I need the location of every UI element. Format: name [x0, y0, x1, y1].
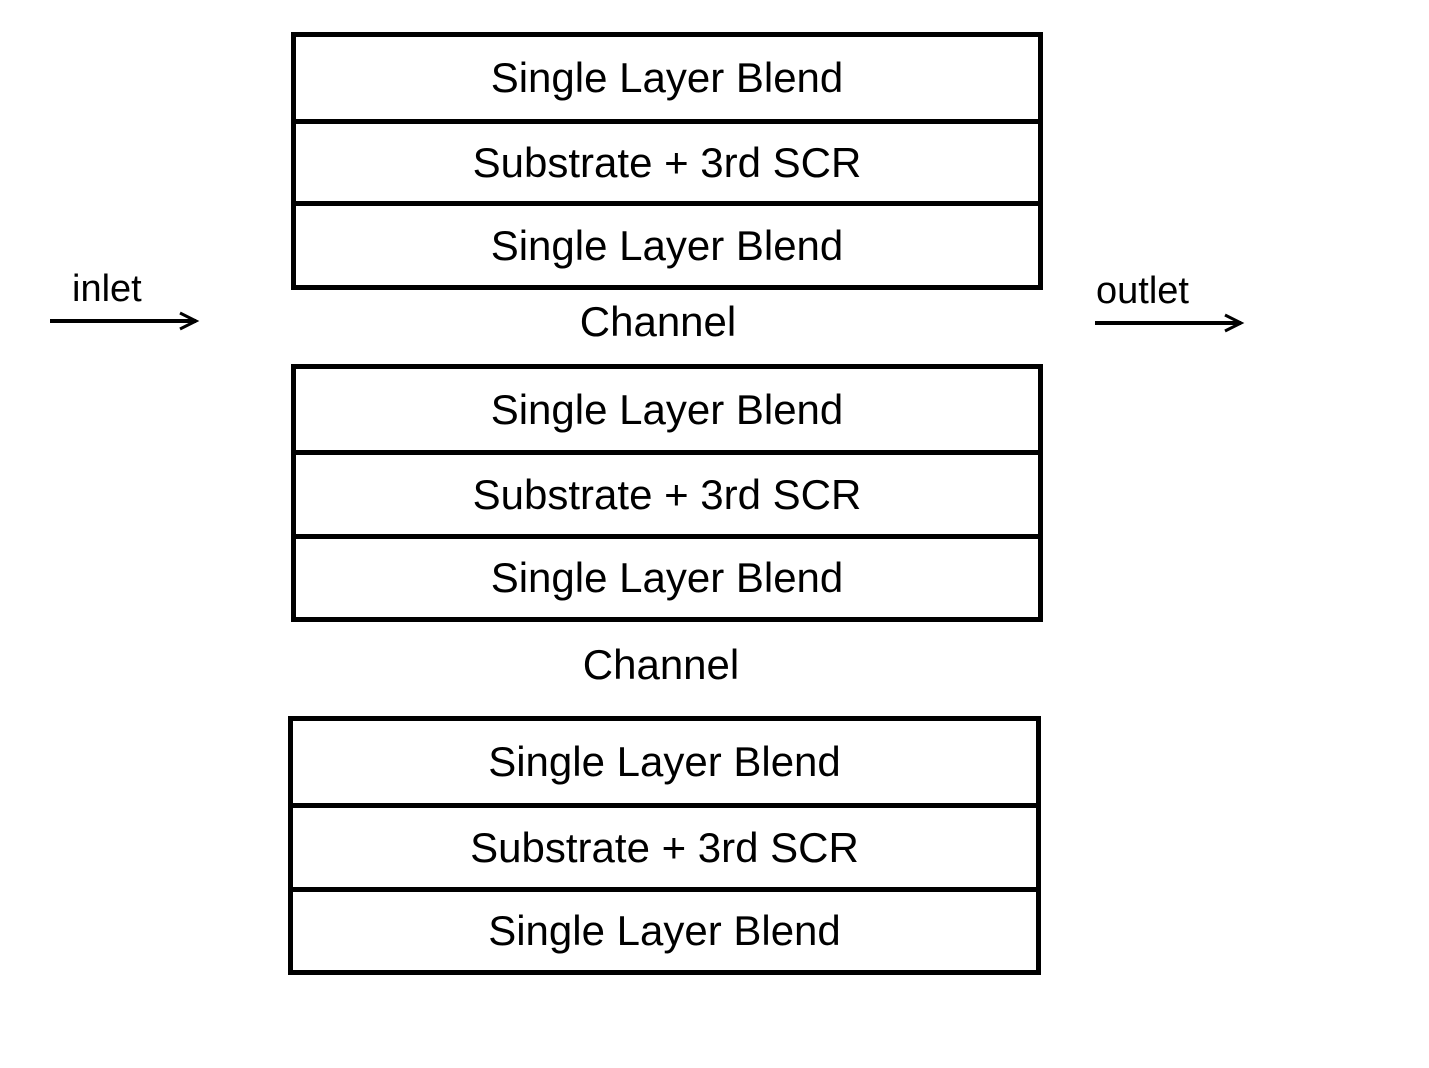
channel-label-2: Channel	[582, 641, 740, 688]
inlet-label: inlet	[72, 268, 142, 310]
layer-single-layer-blend-top: Single Layer Blend	[293, 721, 1036, 808]
layer-stack-1: Single Layer Blend Substrate + 3rd SCR S…	[291, 32, 1043, 290]
layer-single-layer-blend-bottom: Single Layer Blend	[490, 554, 844, 601]
layer-stack-2: Single Layer Blend Substrate + 3rd SCR S…	[291, 364, 1043, 622]
inlet-arrow-icon	[50, 311, 200, 331]
channel-label-1: Channel	[579, 298, 737, 345]
layer-single-layer-blend-top: Single Layer Blend	[296, 369, 1038, 455]
layer-single-layer-blend-bottom: Single Layer Blend	[488, 907, 841, 954]
outlet-arrow-icon	[1095, 313, 1245, 333]
layer-single-layer-blend-top: Single Layer Blend	[296, 37, 1038, 124]
layer-single-layer-blend-bottom: Single Layer Blend	[490, 221, 844, 269]
layer-substrate-scr: Substrate + 3rd SCR	[293, 808, 1036, 892]
layer-stack-3: Single Layer Blend Substrate + 3rd SCR S…	[288, 716, 1041, 975]
layer-substrate-scr: Substrate + 3rd SCR	[296, 455, 1038, 539]
layer-substrate-scr: Substrate + 3rd SCR	[296, 124, 1038, 206]
outlet-label: outlet	[1096, 270, 1189, 312]
